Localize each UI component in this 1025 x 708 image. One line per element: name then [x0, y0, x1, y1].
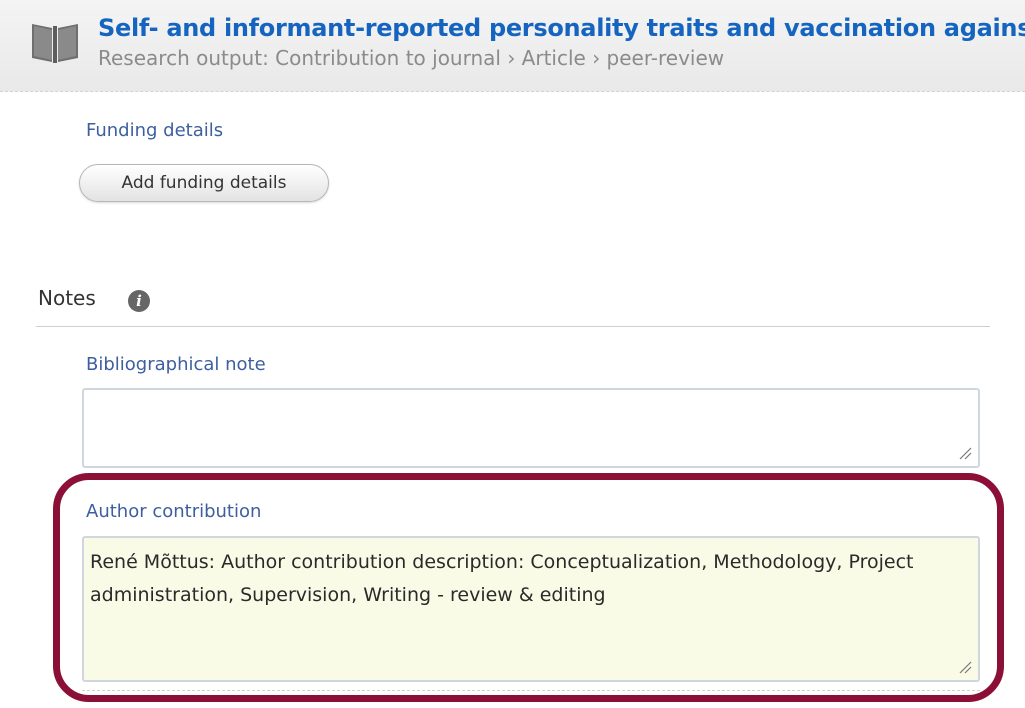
notes-divider — [36, 326, 990, 327]
notes-heading: Notes — [38, 286, 96, 310]
author-contribution-label: Author contribution — [86, 501, 262, 522]
info-icon[interactable]: i — [128, 290, 150, 312]
funding-details-label: Funding details — [86, 120, 224, 141]
bibliographical-note-label: Bibliographical note — [86, 354, 266, 375]
book-icon — [32, 24, 78, 63]
breadcrumb: Research output: Contribution to journal… — [98, 46, 725, 70]
bibliographical-note-textarea[interactable] — [82, 388, 980, 468]
add-funding-details-button[interactable]: Add funding details — [79, 164, 329, 202]
author-contribution-textarea[interactable]: René Mõttus: Author contribution descrip… — [82, 536, 980, 682]
field-divider — [82, 690, 980, 691]
resize-grip-icon[interactable] — [958, 446, 972, 460]
page-title[interactable]: Self- and informant-reported personality… — [98, 14, 1025, 42]
resize-grip-icon[interactable] — [958, 660, 972, 674]
page-header: Self- and informant-reported personality… — [0, 0, 1025, 92]
